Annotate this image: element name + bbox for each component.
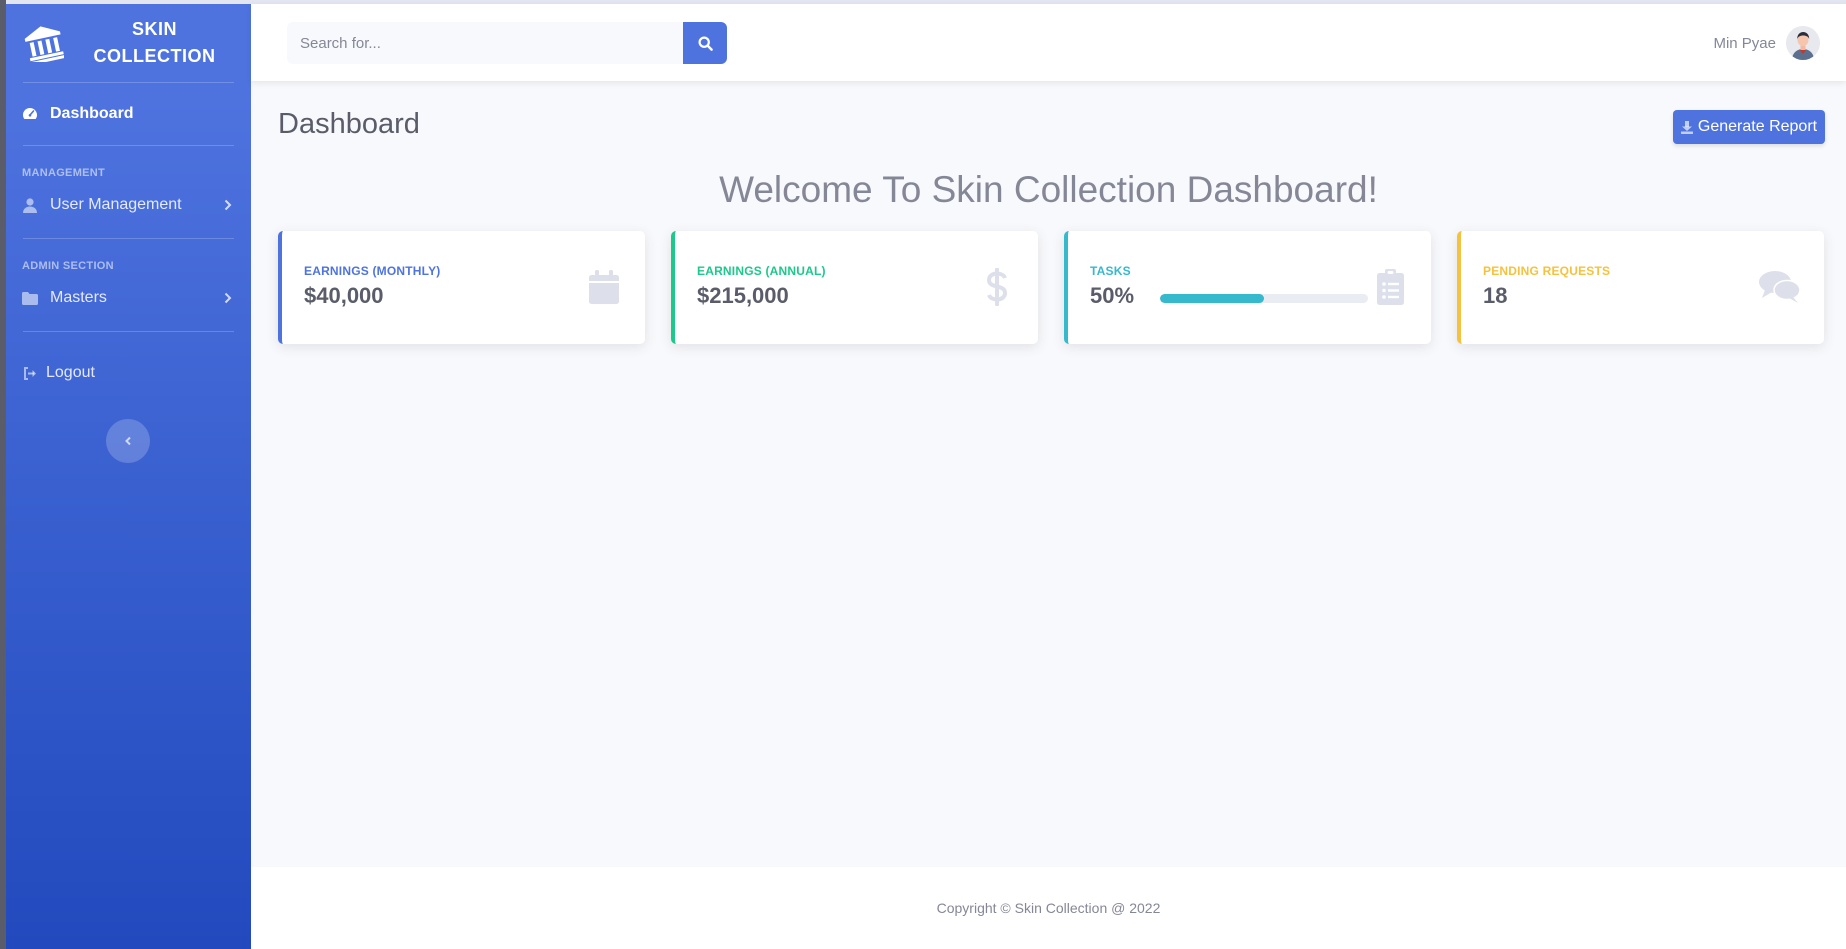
user-name: Min Pyae bbox=[1713, 34, 1776, 52]
sidebar-item-user-management[interactable]: User Management bbox=[6, 182, 251, 228]
sidebar-heading-management: MANAGEMENT bbox=[22, 167, 106, 179]
avatar-icon bbox=[1786, 26, 1820, 60]
sidebar: SKIN COLLECTION Dashboard MANAGEMENT Use… bbox=[6, 4, 251, 949]
card-label: Pending Requests bbox=[1483, 264, 1611, 278]
card-label: Tasks bbox=[1090, 264, 1131, 278]
sidebar-item-dashboard[interactable]: Dashboard bbox=[6, 83, 251, 145]
folder-icon bbox=[22, 290, 38, 306]
search-button[interactable] bbox=[683, 22, 727, 64]
page-title: Dashboard bbox=[278, 108, 420, 140]
card-label: Earnings (Annual) bbox=[697, 264, 826, 278]
user-icon bbox=[22, 197, 38, 213]
sign-out-icon bbox=[22, 365, 38, 381]
comments-icon bbox=[1758, 267, 1802, 307]
card-value: 18 bbox=[1483, 283, 1508, 308]
sidebar-brand[interactable]: SKIN COLLECTION bbox=[6, 4, 251, 82]
search-input[interactable] bbox=[287, 22, 683, 64]
copyright-text: Copyright © Skin Collection @ 2022 bbox=[936, 900, 1161, 916]
download-icon bbox=[1680, 120, 1693, 134]
card-earnings-annual: Earnings (Annual) $215,000 bbox=[671, 231, 1038, 344]
brand-line-2: COLLECTION bbox=[93, 46, 216, 66]
brand-line-1: SKIN bbox=[131, 19, 177, 39]
generate-report-label: Generate Report bbox=[1697, 118, 1818, 135]
sidebar-item-logout[interactable]: Logout bbox=[6, 354, 251, 392]
tachometer-icon bbox=[22, 106, 38, 122]
user-menu[interactable]: Min Pyae bbox=[1713, 26, 1820, 60]
clipboard-list-icon bbox=[1371, 267, 1409, 307]
card-pending-requests: Pending Requests 18 bbox=[1457, 231, 1824, 344]
sidebar-heading-admin: ADMIN SECTION bbox=[22, 260, 114, 272]
chevron-right-icon bbox=[221, 198, 235, 212]
brand-name: SKIN COLLECTION bbox=[66, 16, 251, 70]
university-icon bbox=[22, 21, 66, 65]
card-label: Earnings (Monthly) bbox=[304, 264, 441, 278]
card-value: $40,000 bbox=[304, 283, 384, 308]
topbar: Min Pyae bbox=[251, 4, 1846, 81]
sidebar-item-label: Dashboard bbox=[50, 105, 134, 122]
card-value: 50% bbox=[1090, 283, 1135, 308]
sidebar-item-label: Logout bbox=[46, 364, 95, 381]
tasks-progress-bar bbox=[1160, 294, 1368, 303]
calendar-icon bbox=[585, 267, 623, 307]
sidebar-item-label: User Management bbox=[50, 196, 182, 213]
card-tasks: Tasks 50% bbox=[1064, 231, 1431, 344]
sidebar-item-label: Masters bbox=[50, 289, 107, 306]
footer: Copyright © Skin Collection @ 2022 bbox=[251, 867, 1846, 949]
sidebar-toggle-button[interactable] bbox=[106, 419, 150, 463]
card-value: $215,000 bbox=[697, 283, 789, 308]
tasks-progress-fill bbox=[1160, 294, 1264, 303]
welcome-heading: Welcome To Skin Collection Dashboard! bbox=[719, 169, 1378, 210]
dollar-icon bbox=[978, 267, 1016, 307]
search-bar bbox=[287, 22, 727, 64]
generate-report-button[interactable]: Generate Report bbox=[1673, 110, 1825, 144]
sidebar-item-masters[interactable]: Masters bbox=[6, 275, 251, 321]
chevron-left-icon bbox=[124, 436, 132, 446]
chevron-right-icon bbox=[221, 291, 235, 305]
card-earnings-monthly: Earnings (Monthly) $40,000 bbox=[278, 231, 645, 344]
search-icon bbox=[697, 35, 713, 51]
